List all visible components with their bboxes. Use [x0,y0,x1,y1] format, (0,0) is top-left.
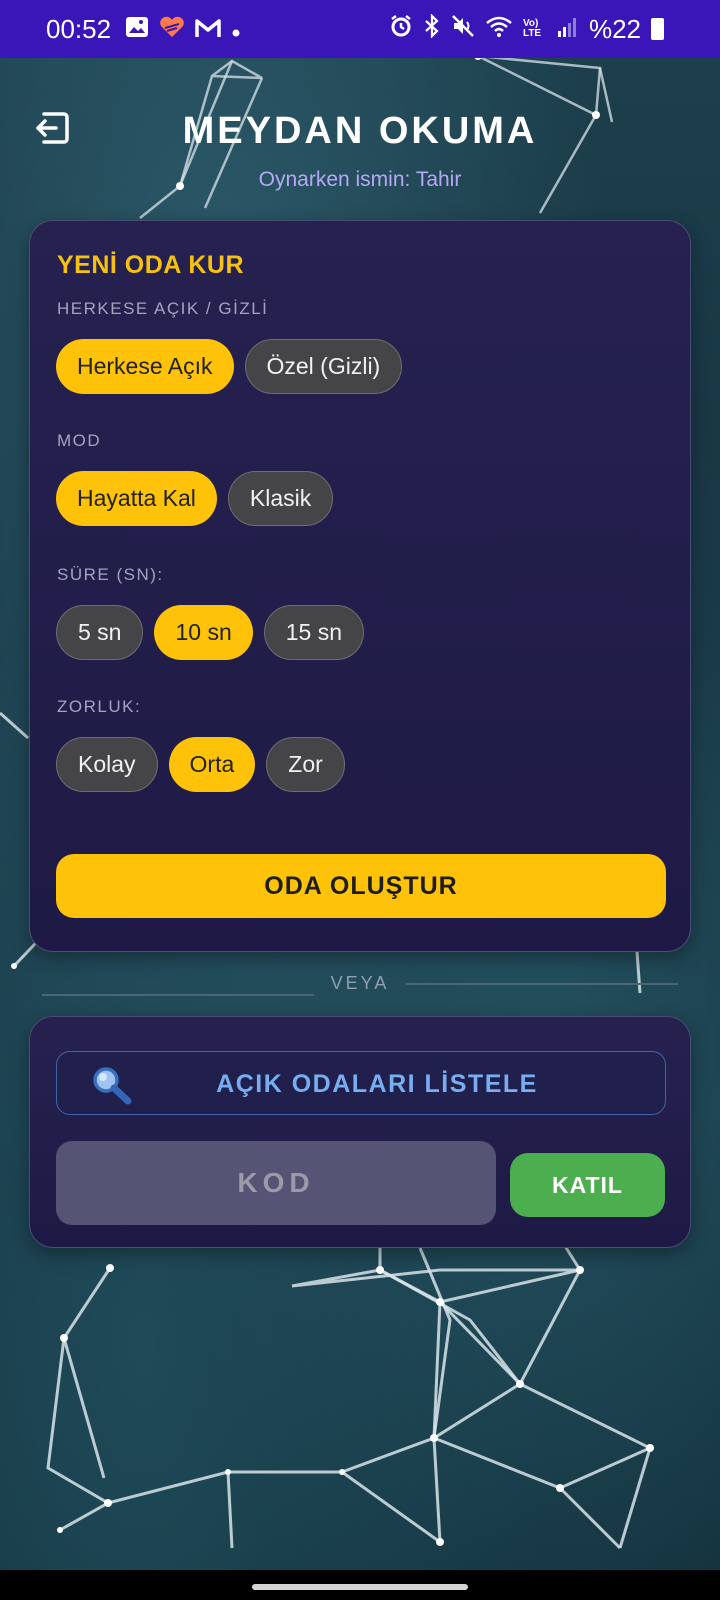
difficulty-option-easy[interactable]: Kolay [56,737,158,792]
page-title: MEYDAN OKUMA [182,110,538,152]
list-open-rooms-label: AÇIK ODALARI LİSTELE [216,1070,538,1098]
create-room-title: YENİ ODA KUR [57,251,245,279]
duration-options: 5 sn 10 sn 15 sn [56,605,365,660]
create-room-card: YENİ ODA KUR HERKESE AÇIK / GİZLİ Herkes… [29,220,691,952]
battery-percent: %22 [588,13,641,44]
system-navigation-bar [0,1570,720,1600]
signal-icon [557,14,579,45]
mode-option-survival[interactable]: Hayatta Kal [56,471,217,526]
duration-label: SÜRE (SN): [57,565,164,584]
create-room-button[interactable]: ODA OLUŞTUR [56,854,666,918]
gallery-icon [125,14,149,45]
bluetooth-icon [423,12,441,45]
gmail-icon [195,14,221,45]
duration-option-5[interactable]: 5 sn [56,605,144,660]
duration-option-10[interactable]: 10 sn [154,605,253,660]
difficulty-option-hard[interactable]: Zor [266,737,345,792]
status-bar-right: Vo) LTE %22 [389,12,664,45]
visibility-option-public[interactable]: Herkese Açık [56,339,234,394]
status-time: 00:52 [46,13,112,44]
volte-icon: Vo) LTE [522,18,542,39]
heart-app-icon [159,14,185,45]
status-bar-left: 00:52 [46,14,241,45]
visibility-label: HERKESE AÇIK / GİZLİ [57,299,269,318]
visibility-option-private[interactable]: Özel (Gizli) [244,339,403,394]
divider-text: VEYA [330,973,390,993]
duration-option-15[interactable]: 15 sn [263,605,365,660]
difficulty-options: Kolay Orta Zor [56,737,345,792]
home-gesture-handle[interactable] [252,1584,468,1590]
alarm-icon [389,14,413,45]
dot-icon [231,14,241,45]
divider-line-left [42,994,314,996]
difficulty-label: ZORLUK: [57,697,142,716]
mode-label: MOD [57,431,102,450]
player-name-label: Oynarken ismin: Tahir [258,168,462,191]
join-room-card: AÇIK ODALARI LİSTELE KATIL [29,1016,691,1248]
mode-options: Hayatta Kal Klasik [56,471,334,526]
visibility-options: Herkese Açık Özel (Gizli) [56,339,403,394]
list-open-rooms-button[interactable]: AÇIK ODALARI LİSTELE [56,1051,666,1115]
join-button[interactable]: KATIL [510,1153,665,1217]
battery-icon [651,18,664,40]
status-bar: 00:52 Vo) LTE %22 [0,0,720,58]
wifi-icon [485,14,513,45]
difficulty-option-medium[interactable]: Orta [168,737,256,792]
room-code-input[interactable] [56,1141,496,1225]
mode-option-classic[interactable]: Klasik [227,471,334,526]
mute-icon [451,14,475,45]
